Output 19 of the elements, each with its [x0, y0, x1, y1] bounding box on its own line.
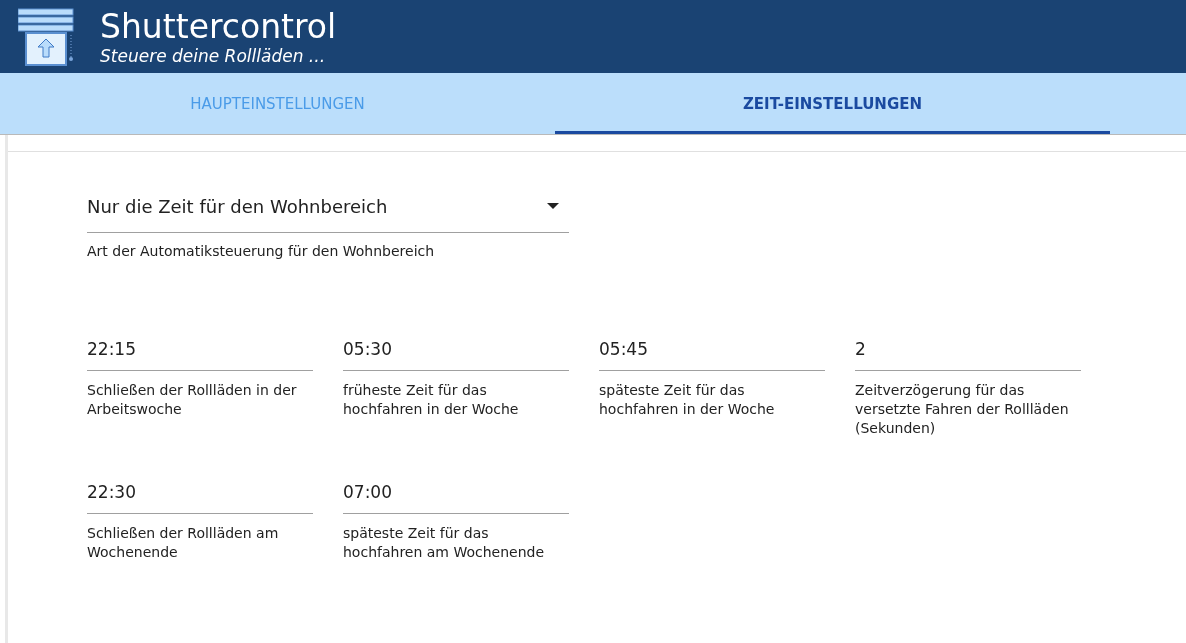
select-helper-text: Art der Automatiksteuerung für den Wohnbereich: [87, 243, 436, 259]
field-label: späteste Zeit für das hochfahren am Wochenende: [343, 524, 546, 562]
time-input-field[interactable]: 05:45: [599, 327, 825, 371]
time-input-field[interactable]: 07:00: [343, 470, 569, 514]
tab[interactable]: ZEIT-EINSTELLUNGEN: [555, 73, 1110, 134]
field-label: späteste Zeit für das hochfahren in der Woche: [599, 381, 776, 419]
field-label: Zeitverzögerung für das versetzte Fahren der Rollläden (Sekunden): [855, 381, 1070, 438]
time-input-field[interactable]: 2: [855, 327, 1081, 371]
app-title: Shuttercontrol: [100, 7, 337, 46]
time-input-field[interactable]: 05:30: [343, 327, 569, 371]
dropdown-caret-icon: [547, 203, 559, 209]
app-subtitle: Steuere deine Rollläden ...: [100, 45, 327, 66]
field-label: Schließen der Rollläden am Wochenende: [87, 524, 280, 562]
field-label: Schließen der Rollläden in der Arbeitswoche: [87, 381, 298, 419]
mode-select[interactable]: Nur die Zeit für den Wohnbereich: [87, 180, 569, 233]
time-input-field[interactable]: 22:30: [87, 470, 313, 514]
field-label: früheste Zeit für das hochfahren in der Woche: [343, 381, 520, 419]
shutter-logo-icon: [18, 6, 74, 67]
time-input-field[interactable]: 22:15: [87, 327, 313, 371]
